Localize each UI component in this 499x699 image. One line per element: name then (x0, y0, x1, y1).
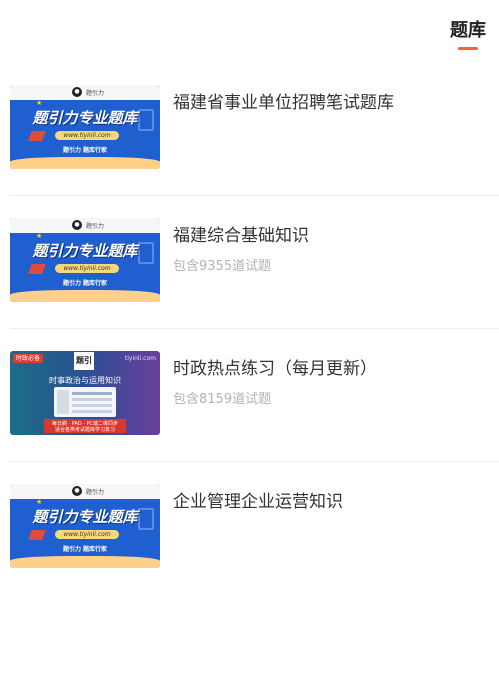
header: 题库 (0, 0, 499, 60)
brand-logo-icon: 题引 (74, 352, 94, 370)
thumbnail-line: 适合各类考试题库学习复习 (54, 427, 115, 433)
item-title[interactable]: 企业管理企业运营知识 (173, 487, 343, 512)
item-title[interactable]: 福建省事业单位招聘笔试题库 (173, 88, 394, 113)
thumbnail-topbar (10, 85, 160, 100)
flag-icon (28, 530, 46, 540)
thumbnail-topbar (10, 484, 160, 499)
thumbnail-url: www.tiyinli.com (63, 132, 111, 139)
list-item[interactable]: ● 题引力 ★ 题引力专业题库 www.tiyinli.com 题引力 题库行家… (0, 462, 499, 595)
thumbnail-footer: 题引力 题库行家 (62, 280, 108, 287)
thumbnail-title: 题引力专业题库 (32, 508, 138, 526)
item-question-count: 包含8159道试题 (173, 392, 272, 407)
thumbnail-wave (10, 290, 160, 302)
thumbnail-wave (10, 157, 160, 169)
thumbnail-topbar (10, 218, 160, 233)
list-item[interactable]: 时政必备 题引 tiyinli.com 时事政治与运用知识 每日刷 · PAD … (0, 329, 499, 462)
item-title[interactable]: 时政热点练习（每月更新） (173, 354, 377, 379)
thumbnail-headline: 时事政治与运用知识 (49, 376, 121, 385)
thumbnail-tag: 时政必备 (13, 354, 44, 363)
tab-question-bank[interactable]: 题库 (447, 16, 489, 42)
star-icon: ★ (36, 498, 43, 506)
thumbnail-footer: 题引力 题库行家 (62, 546, 108, 553)
thumbnail-url: www.tiyinli.com (63, 265, 111, 272)
thumbnail-site: tiyinli.com (124, 355, 156, 362)
item-thumbnail[interactable]: ● 题引力 ★ 题引力专业题库 www.tiyinli.com 题引力 题库行家 (10, 218, 160, 302)
thumbnail-footer: 题引力 题库行家 (62, 147, 108, 154)
list-item[interactable]: ● 题引力 ★ 题引力专业题库 www.tiyinli.com 题引力 题库行家… (0, 63, 499, 196)
item-thumbnail[interactable]: ● 题引力 ★ 题引力专业题库 www.tiyinli.com 题引力 题库行家 (10, 484, 160, 568)
thumbnail-wave (10, 556, 160, 568)
star-icon: ★ (36, 232, 43, 240)
flag-icon (28, 264, 46, 274)
star-icon: ★ (36, 99, 43, 107)
thumbnail-title: 题引力专业题库 (32, 109, 138, 127)
list-item[interactable]: ● 题引力 ★ 题引力专业题库 www.tiyinli.com 题引力 题库行家… (0, 196, 499, 329)
brand-logo-icon: ● (72, 87, 82, 97)
thumbnail-url: www.tiyinli.com (63, 531, 111, 538)
item-title[interactable]: 福建综合基础知识 (173, 221, 309, 246)
flag-icon (28, 131, 46, 141)
question-bank-list: ● 题引力 ★ 题引力专业题库 www.tiyinli.com 题引力 题库行家… (0, 63, 499, 595)
thumbnail-brand: 题引力 (86, 223, 105, 230)
item-thumbnail[interactable]: ● 题引力 ★ 题引力专业题库 www.tiyinli.com 题引力 题库行家 (10, 85, 160, 169)
screen-mockup-icon (54, 387, 116, 417)
thumbnail-brand: 题引力 (86, 90, 105, 97)
brand-logo-icon: ● (72, 486, 82, 496)
thumbnail-title: 题引力专业题库 (32, 242, 138, 260)
item-question-count: 包含9355道试题 (173, 259, 272, 274)
thumbnail-brand: 题引力 (86, 489, 105, 496)
item-thumbnail[interactable]: 时政必备 题引 tiyinli.com 时事政治与运用知识 每日刷 · PAD … (10, 351, 160, 435)
tab-active-indicator (458, 47, 478, 50)
brand-logo-icon: ● (72, 220, 82, 230)
